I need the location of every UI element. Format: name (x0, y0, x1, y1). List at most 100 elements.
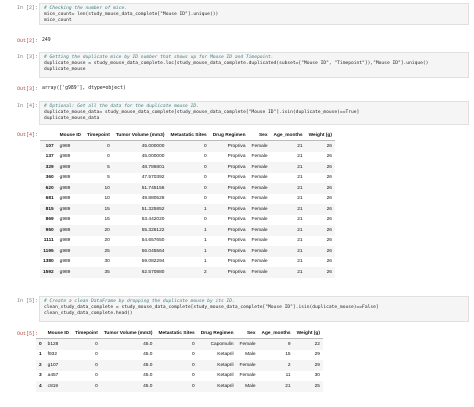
table-cell: 0 (72, 360, 101, 371)
cell3-input-prompt: In [4]: (16, 103, 38, 109)
table-cell: 25 (84, 246, 113, 257)
table2-column-header: Sex (236, 328, 259, 339)
cell4-comment: # Create a clean DataFrame by dropping t… (44, 299, 235, 304)
table2-column-header: Weight (g) (293, 328, 323, 339)
table-cell: Female (248, 204, 271, 215)
table2-column-header: Metastatic Sites (155, 328, 198, 339)
table1-column-header: Sex (248, 130, 271, 141)
table-cell: g989 (59, 238, 71, 244)
table-cell: g989 (56, 183, 84, 194)
cell2-code-editor[interactable]: # Getting the duplicate mice by ID numbe… (39, 52, 469, 78)
table-cell: 47.570392 (141, 175, 165, 181)
table-cell: Female (248, 162, 271, 173)
row-index: 1111 (43, 238, 54, 244)
table-cell: Female (236, 360, 259, 371)
table-cell: 62.570880 (112, 267, 168, 278)
row-index: 1 (39, 352, 42, 358)
table-cell: 45.0 (100, 338, 156, 350)
table-cell: 0 (84, 140, 113, 152)
table-cell: 1 (167, 246, 210, 257)
table-cell: 56.045564 (112, 246, 168, 257)
table-cell: 0 (155, 338, 198, 350)
table-row: 815 g989 15 51.325852 1 Propriva Female 21 26 (40, 204, 335, 215)
table-cell: 45.0 (100, 381, 156, 392)
table-cell: 0 (72, 381, 101, 392)
table-cell: 21 (270, 162, 306, 173)
table-cell: Ketapril (197, 360, 237, 371)
table-cell: Propriva (209, 267, 249, 278)
table-row: 620 g989 10 51.745156 0 Propriva Female 21 26 (40, 183, 335, 194)
table1-column-header: Timepoint (84, 130, 113, 141)
table-cell: 21 (270, 267, 306, 278)
table-cell: 0 (204, 217, 207, 223)
table-cell: Female (248, 246, 271, 257)
table1-column-header: Age_months (270, 130, 306, 141)
table-cell: 2 (258, 360, 294, 371)
row-index: 815 (40, 204, 57, 215)
table-row: 1195 g989 25 56.045564 1 Propriva Female 21 26 (40, 246, 335, 257)
cell3-code-line-2: duplicate_mouse_data (44, 116, 100, 121)
table-cell: 54.657650 (141, 238, 165, 244)
table-cell: 9 (258, 338, 294, 350)
table-cell: 26 (326, 217, 332, 223)
table-cell: Male (236, 381, 259, 392)
table2-column-header: Tumor Volume (mm3) (100, 328, 156, 339)
cell1-comment: # Checking the number of mice. (44, 6, 127, 11)
row-index: 0 (36, 338, 45, 350)
cell3-code-editor[interactable]: # Optional: Get all the data for the dup… (39, 101, 469, 125)
cell3-code-line-1: duplicate_mouse_data= study_mouse_data_c… (44, 110, 360, 115)
cell2-input-prompt: In [3]: (16, 54, 38, 60)
cell3-comment: # Optional: Get all the data for the dup… (44, 104, 199, 109)
table-cell: 51.745156 (112, 183, 168, 194)
table-cell: 15 (104, 217, 110, 223)
table-row: 681 g989 10 49.880528 0 Propriva Female 21 26 (40, 194, 335, 205)
table-cell: 0 (167, 183, 210, 194)
table-cell: g989 (59, 154, 71, 160)
table-cell: Propriva (227, 196, 246, 202)
table-cell: 45.000000 (141, 154, 165, 160)
table-cell: 20 (104, 238, 110, 244)
table-cell: 53.442020 (141, 217, 165, 223)
table-cell: 0 (155, 360, 198, 371)
clean-data-head-dataframe: Mouse ID Timepoint Tumor Volume (mm3) Metas… (36, 328, 323, 392)
row-index: 950 (40, 225, 57, 236)
table-cell: Female (236, 338, 259, 350)
table1-column-header (40, 130, 57, 141)
cell1-code-editor[interactable]: # Checking the number of mice. mice_coun… (39, 3, 469, 25)
table-cell: 0 (192, 373, 195, 379)
table-cell: Female (251, 175, 268, 181)
table-cell: 21 (270, 140, 306, 152)
cell2-comment: # Getting the duplicate mice by ID numbe… (44, 55, 274, 60)
cell1-output: 249 (42, 38, 51, 43)
table-cell: 0 (107, 154, 110, 160)
table-cell: Propriva (227, 238, 246, 244)
table-cell: 0 (192, 352, 195, 358)
table-cell: g989 (59, 175, 71, 181)
cell2-output: array(['g989'], dtype=object) (42, 86, 126, 91)
table-cell: 10 (84, 183, 113, 194)
table2-column-header: Age_months (258, 328, 294, 339)
table-cell: Propriva (227, 259, 246, 265)
table-cell: 29 (314, 352, 320, 358)
table-cell: 26 (305, 140, 335, 152)
table-cell: 0 (95, 352, 98, 358)
table-cell: 45.0 (143, 352, 153, 358)
table-cell: 21 (270, 225, 306, 236)
cell2-output-prompt: Out[3]: (16, 86, 38, 92)
table-cell: c819 (44, 381, 72, 392)
table-cell: Propriva (227, 154, 246, 160)
table2-column-header (36, 328, 45, 339)
table1-column-header: Drug Regimen (209, 130, 249, 141)
table-cell: g989 (56, 140, 84, 152)
table-cell: Propriva (209, 246, 249, 257)
table-cell: 48.786801 (112, 162, 168, 173)
table1-column-header: Metastatic Sites (167, 130, 210, 141)
table-row: 950 g989 20 55.326122 1 Propriva Female 21 26 (40, 225, 335, 236)
table-cell: 30 (314, 373, 320, 379)
cell4-code-editor[interactable]: # Create a clean DataFrame by dropping t… (39, 296, 469, 322)
table-cell: 0 (155, 381, 198, 392)
table-cell: 26 (305, 162, 335, 173)
table-cell: 22 (293, 338, 323, 350)
table-cell: 21 (270, 204, 306, 215)
table1-header-row: Mouse ID Timepoint Tumor Volume (mm3) Metas… (40, 130, 335, 141)
